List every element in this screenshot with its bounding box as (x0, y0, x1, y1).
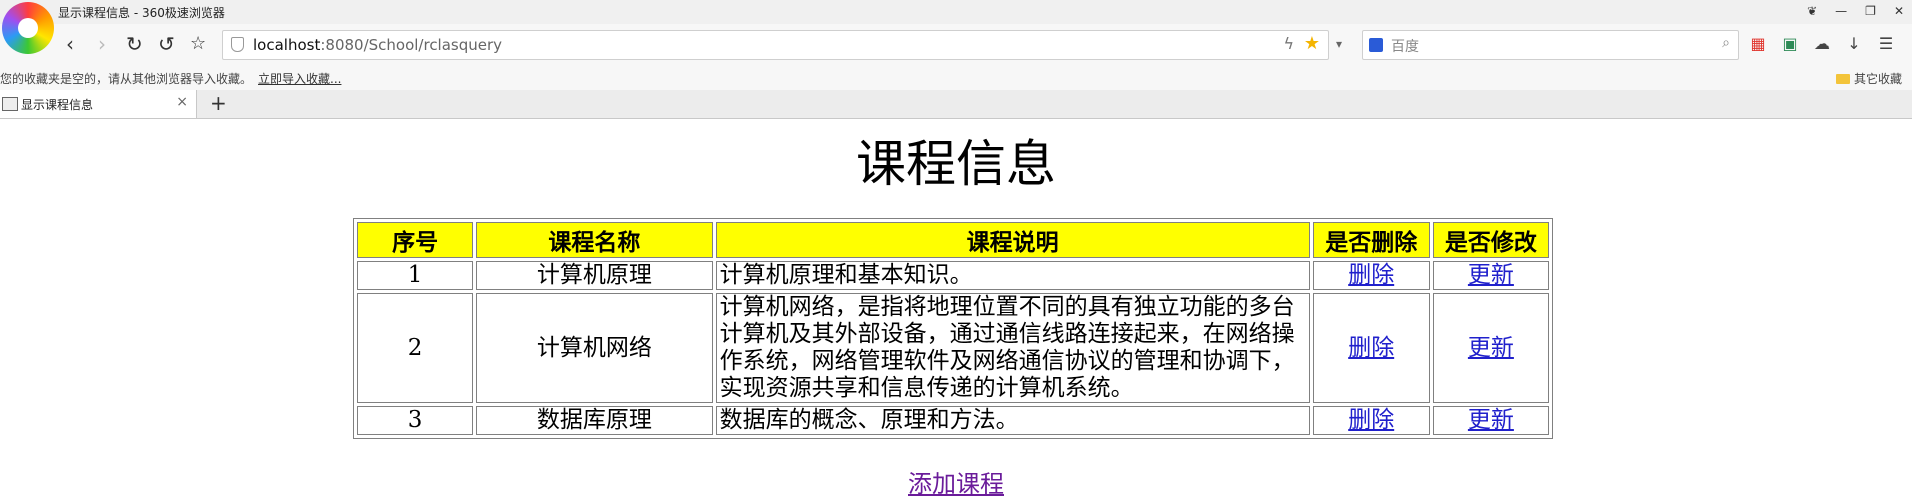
menu-icon[interactable]: ☰ (1876, 34, 1896, 53)
search-box[interactable]: 百度 ⌕ (1362, 30, 1739, 60)
update-link[interactable]: 更新 (1468, 407, 1514, 433)
close-window-icon[interactable]: ✕ (1894, 4, 1904, 18)
cell-id: 2 (357, 293, 474, 403)
close-icon[interactable]: × (176, 94, 188, 110)
cell-name: 计算机原理 (476, 261, 713, 290)
address-bar[interactable]: localhost:8080/School/rclasquery ϟ ★ (222, 30, 1329, 60)
tab-course-info[interactable]: 显示课程信息 × (0, 90, 197, 118)
search-engine-icon[interactable] (1369, 38, 1383, 52)
cell-id: 3 (357, 406, 474, 435)
cell-desc: 数据库的概念、原理和方法。 (715, 406, 1310, 435)
cell-id: 1 (357, 261, 474, 290)
lightning-icon[interactable]: ϟ (1283, 34, 1294, 53)
delete-link[interactable]: 删除 (1348, 335, 1394, 361)
delete-link[interactable]: 删除 (1348, 262, 1394, 288)
delete-link[interactable]: 删除 (1348, 407, 1394, 433)
bookmarks-empty-message: 您的收藏夹是空的，请从其他浏览器导入收藏。 (0, 72, 253, 86)
back-icon[interactable]: ‹ (66, 33, 74, 55)
cloud-icon[interactable]: ☁ (1812, 34, 1832, 53)
cell-update: 更新 (1432, 293, 1549, 403)
image-icon[interactable]: ▣ (1780, 34, 1800, 53)
toolbar-icons: ▦ ▣ ☁ ↓ ☰ (1748, 34, 1896, 53)
restore-icon[interactable]: ❐ (1865, 4, 1876, 18)
header-update: 是否修改 (1432, 222, 1549, 258)
page-title: 课程信息 (856, 135, 1056, 193)
shield-icon (231, 37, 244, 52)
address-url[interactable]: localhost:8080/School/rclasquery (253, 36, 502, 54)
favicon-icon (2, 97, 18, 111)
cell-name: 计算机网络 (476, 293, 713, 403)
cell-desc: 计算机原理和基本知识。 (715, 261, 1310, 290)
minimize-icon[interactable]: — (1835, 4, 1847, 18)
table-row: 1 计算机原理 计算机原理和基本知识。 删除 更新 (357, 261, 1549, 290)
header-name: 课程名称 (476, 222, 713, 258)
header-id: 序号 (357, 222, 474, 258)
url-path: :8080/School/rclasquery (320, 36, 503, 54)
course-table: 序号 课程名称 课程说明 是否删除 是否修改 1 计算机原理 计算机原理和基本知… (353, 218, 1553, 439)
cell-name: 数据库原理 (476, 406, 713, 435)
folder-icon (1835, 74, 1850, 84)
url-host: localhost (253, 36, 321, 54)
cell-delete: 删除 (1312, 293, 1430, 403)
add-course-link[interactable]: 添加课程 (0, 464, 1912, 499)
table-row: 2 计算机网络 计算机网络，是指将地理位置不同的具有独立功能的多台计算机及其外部… (357, 293, 1549, 403)
window-controls: ❦ — ❐ ✕ (1807, 4, 1904, 18)
cell-update: 更新 (1432, 406, 1549, 435)
header-delete: 是否删除 (1312, 222, 1430, 258)
navigation-bar: ‹ › ↻ ↺ ☆ localhost:8080/School/rclasque… (0, 24, 1912, 66)
window-title: 显示课程信息 - 360极速浏览器 (58, 6, 225, 20)
page-content: 课程信息 序号 课程名称 课程说明 是否删除 是否修改 1 计算机原理 计算机原… (0, 119, 1912, 498)
update-link[interactable]: 更新 (1468, 262, 1514, 288)
forward-icon[interactable]: › (98, 33, 106, 55)
cell-delete: 删除 (1312, 261, 1430, 290)
window-titlebar: 显示课程信息 - 360极速浏览器 ❦ — ❐ ✕ (0, 0, 1912, 24)
update-link[interactable]: 更新 (1468, 335, 1514, 361)
reload-icon[interactable]: ↻ (126, 33, 143, 55)
favorite-icon[interactable]: ☆ (190, 33, 206, 55)
chevron-down-icon[interactable]: ▾ (1336, 37, 1342, 51)
table-row: 3 数据库原理 数据库的概念、原理和方法。 删除 更新 (357, 406, 1549, 435)
add-course-label: 添加课程 (908, 470, 1004, 498)
table-header-row: 序号 课程名称 课程说明 是否删除 是否修改 (357, 222, 1549, 258)
download-icon[interactable]: ↓ (1844, 34, 1864, 53)
cell-delete: 删除 (1312, 406, 1430, 435)
star-icon[interactable]: ★ (1304, 33, 1320, 54)
tab-label: 显示课程信息 (21, 98, 94, 112)
header-desc: 课程说明 (715, 222, 1310, 258)
bookmarks-bar: 您的收藏夹是空的，请从其他浏览器导入收藏。 立即导入收藏... 其它收藏 (0, 66, 1912, 90)
new-tab-button[interactable]: + (210, 91, 227, 115)
cell-desc: 计算机网络，是指将地理位置不同的具有独立功能的多台计算机及其外部设备，通过通信线… (715, 293, 1310, 403)
tab-bar: 显示课程信息 × + (0, 90, 1912, 119)
browser-logo-icon[interactable] (2, 2, 54, 54)
other-bookmarks-label: 其它收藏 (1853, 72, 1902, 86)
cell-update: 更新 (1432, 261, 1549, 290)
search-icon[interactable]: ⌕ (1722, 35, 1730, 51)
undo-icon[interactable]: ↺ (158, 33, 175, 55)
other-bookmarks[interactable]: 其它收藏 (1835, 70, 1902, 87)
import-bookmarks-link[interactable]: 立即导入收藏... (258, 70, 341, 87)
search-placeholder: 百度 (1391, 39, 1419, 55)
apps-icon[interactable]: ▦ (1748, 34, 1768, 53)
skin-icon[interactable]: ❦ (1807, 4, 1817, 18)
